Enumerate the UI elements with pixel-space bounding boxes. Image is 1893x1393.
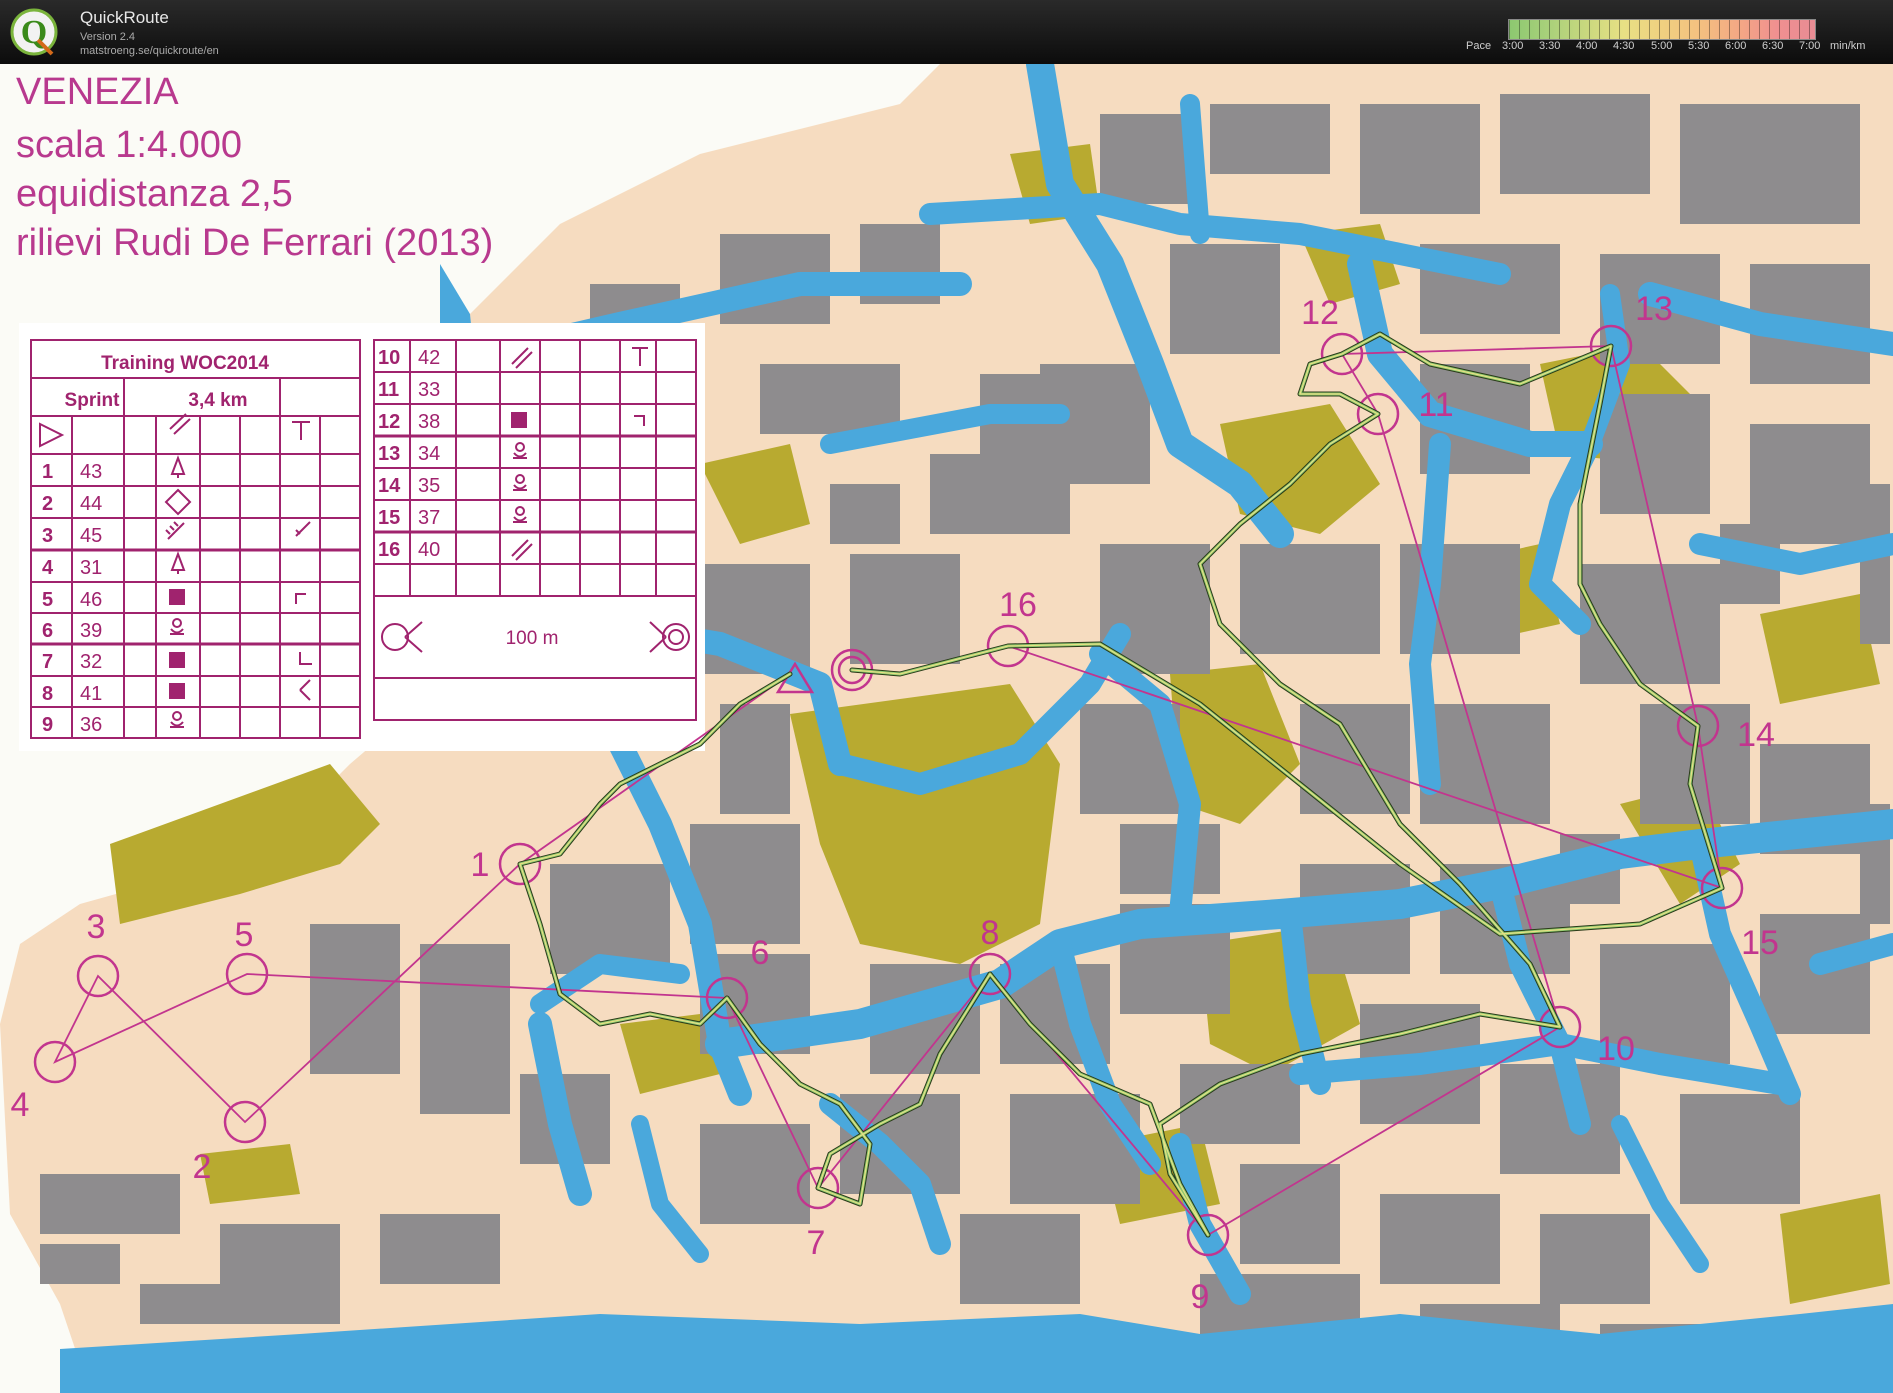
pace-label: 3:30 — [1539, 40, 1561, 52]
row-code: 42 — [418, 347, 440, 369]
row-code: 39 — [80, 620, 102, 642]
row-number: 13 — [378, 443, 400, 465]
row-code: 32 — [80, 651, 102, 673]
row-number: 9 — [42, 714, 53, 736]
pace-label: 4:00 — [1576, 40, 1598, 52]
building-icon — [169, 683, 185, 699]
control-number-6: 6 — [751, 934, 770, 972]
row-number: 8 — [42, 683, 53, 705]
row-number: 4 — [42, 557, 54, 579]
course-class: Sprint — [65, 390, 121, 411]
row-number: 5 — [42, 589, 53, 611]
map-surveyor: rilievi Rudi De Ferrari (2013) — [16, 222, 493, 264]
pace-label: 5:30 — [1688, 40, 1710, 52]
building-icon — [511, 412, 527, 428]
building-icon — [169, 589, 185, 605]
control-number-2: 2 — [193, 1148, 212, 1186]
map-scale: scala 1:4.000 — [16, 124, 242, 166]
row-code: 44 — [80, 493, 102, 515]
row-number: 7 — [42, 651, 53, 673]
map-title: VENEZIA — [16, 71, 179, 113]
row-code: 41 — [80, 683, 102, 705]
row-number: 14 — [378, 475, 401, 497]
app-header: Q QuickRoute Version 2.4 matstroeng.se/q… — [0, 0, 1893, 64]
control-number-10: 10 — [1597, 1030, 1635, 1068]
orienteering-map[interactable]: VENEZIA scala 1:4.000 equidistanza 2,5 r… — [0, 64, 1893, 1393]
control-description-sheet: Training WOC2014 Sprint 3,4 km 1 43 2 44 3… — [19, 323, 705, 751]
pace-unit: min/km — [1830, 40, 1866, 52]
event-name: Training WOC2014 — [101, 353, 269, 374]
pace-scale-labels: Pace 3:00 3:30 4:00 4:30 5:00 5:30 6:00 … — [1466, 40, 1886, 54]
row-code: 35 — [418, 475, 440, 497]
row-code: 34 — [418, 443, 440, 465]
row-number: 3 — [42, 525, 53, 547]
row-code: 36 — [80, 714, 102, 736]
row-number: 12 — [378, 411, 400, 433]
map-contour-interval: equidistanza 2,5 — [16, 173, 293, 215]
row-number: 2 — [42, 493, 53, 515]
pace-label: 7:00 — [1799, 40, 1821, 52]
pace-prefix: Pace — [1466, 40, 1492, 52]
control-number-16: 16 — [999, 586, 1037, 624]
control-number-15: 15 — [1741, 924, 1779, 962]
row-code: 37 — [418, 507, 440, 529]
row-code: 33 — [418, 379, 440, 401]
row-code: 40 — [418, 539, 440, 561]
control-number-3: 3 — [87, 908, 106, 946]
control-number-12: 12 — [1301, 294, 1339, 332]
finish-distance: 100 m — [506, 628, 559, 649]
row-code: 45 — [80, 525, 102, 547]
row-number: 11 — [378, 379, 399, 401]
row-number: 16 — [378, 539, 400, 561]
control-number-1: 1 — [471, 846, 490, 884]
row-number: 1 — [42, 461, 53, 483]
row-number: 10 — [378, 347, 400, 369]
pace-label: 6:00 — [1725, 40, 1747, 52]
control-number-4: 4 — [11, 1086, 30, 1124]
control-number-14: 14 — [1737, 716, 1775, 754]
pace-label: 4:30 — [1613, 40, 1635, 52]
app-version: Version 2.4 — [80, 31, 136, 43]
quickroute-logo-icon: Q — [10, 8, 58, 56]
pace-label: 6:30 — [1762, 40, 1784, 52]
control-number-13: 13 — [1635, 290, 1673, 328]
row-code: 31 — [80, 557, 102, 579]
control-number-9: 9 — [1191, 1278, 1210, 1316]
app-url-link[interactable]: matstroeng.se/quickroute/en — [80, 45, 219, 57]
course-length: 3,4 km — [188, 390, 247, 411]
row-number: 6 — [42, 620, 53, 642]
pace-label: 3:00 — [1502, 40, 1524, 52]
row-code: 43 — [80, 461, 102, 483]
building-icon — [169, 652, 185, 668]
control-number-7: 7 — [807, 1224, 826, 1262]
control-number-11: 11 — [1418, 386, 1453, 424]
pace-label: 5:00 — [1651, 40, 1673, 52]
control-number-8: 8 — [981, 914, 1000, 952]
app-title: QuickRoute — [80, 8, 169, 27]
row-number: 15 — [378, 507, 400, 529]
pace-color-scale — [1508, 19, 1816, 40]
control-number-5: 5 — [235, 916, 254, 954]
row-code: 38 — [418, 411, 440, 433]
row-code: 46 — [80, 589, 102, 611]
